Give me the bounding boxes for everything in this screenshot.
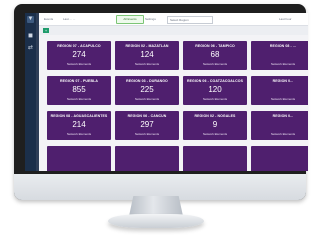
element-label: Network Elements bbox=[270, 97, 296, 101]
region-select[interactable]: Select Region bbox=[167, 16, 213, 24]
filter-bar: + bbox=[39, 26, 308, 35]
element-label: Network Elements bbox=[134, 62, 160, 66]
region-select-value: Select Region bbox=[170, 18, 189, 22]
add-filter-button[interactable]: + bbox=[43, 28, 49, 33]
element-label: Network Elements bbox=[202, 97, 228, 101]
element-count: 855 bbox=[72, 85, 86, 94]
region-tile[interactable]: REGION 07 - PUEBLA 855 Network Elements bbox=[47, 76, 111, 105]
sidebar: ▼ ◼ ⇄ bbox=[25, 13, 36, 171]
element-count: 124 bbox=[140, 50, 154, 59]
share-icon[interactable]: ⇄ bbox=[27, 45, 34, 52]
top-bar: Events Last ... ... All Events Settings … bbox=[39, 13, 308, 26]
monitor-frame: ▼ ◼ ⇄ Events Last ... ... All Events Set… bbox=[14, 4, 308, 200]
secondary-sidebar bbox=[36, 13, 39, 171]
region-name: REGION 08 - AGUASCALIENTES bbox=[50, 114, 108, 118]
filter-pill[interactable]: All Events bbox=[116, 15, 144, 24]
element-count: 274 bbox=[72, 50, 86, 59]
monitor-stand-base bbox=[108, 214, 204, 228]
element-label: Network Elements bbox=[202, 62, 228, 66]
element-label: Network Elements bbox=[66, 132, 92, 136]
time-range[interactable]: Last hour bbox=[279, 17, 292, 21]
region-tile[interactable]: REGION 03 - DURANGO 225 Network Elements bbox=[115, 76, 179, 105]
region-tile[interactable]: REGION 08 - AGUASCALIENTES 214 Network Ele… bbox=[47, 111, 111, 140]
menu-icon[interactable]: ▼ bbox=[27, 16, 34, 23]
element-count: 9 bbox=[212, 120, 218, 129]
element-label: Network Elements bbox=[202, 132, 228, 136]
region-tile[interactable]: REGION 06 - TAMPICO 68 Network Elements bbox=[183, 41, 247, 70]
breadcrumb: Last ... ... bbox=[63, 17, 76, 21]
element-count: 225 bbox=[140, 85, 154, 94]
element-count: 68 bbox=[210, 50, 220, 59]
home-icon[interactable]: ◼ bbox=[27, 33, 34, 40]
region-tile[interactable] bbox=[47, 146, 111, 171]
screen: ▼ ◼ ⇄ Events Last ... ... All Events Set… bbox=[25, 13, 308, 171]
region-tile[interactable]: REGION 06 - CANCUN 297 Network Elements bbox=[115, 111, 179, 140]
region-tile[interactable]: REGION 0... Network Elements bbox=[251, 111, 308, 140]
element-label: Network Elements bbox=[134, 97, 160, 101]
region-name: REGION 06 - COATZACOALCOS bbox=[186, 79, 244, 83]
region-tile[interactable] bbox=[115, 146, 179, 171]
region-name: REGION 02 - MAZATLAN bbox=[125, 44, 169, 48]
region-tile[interactable]: REGION 06 - COATZACOALCOS 120 Network Elem… bbox=[183, 76, 247, 105]
region-name: REGION 02 - NOGALES bbox=[194, 114, 236, 118]
region-tile[interactable]: REGION 08 - ... Network Elements bbox=[251, 41, 308, 70]
region-tile[interactable]: REGION 02 - MAZATLAN 124 Network Elements bbox=[115, 41, 179, 70]
element-count: 120 bbox=[208, 85, 222, 94]
element-label: Network Elements bbox=[270, 132, 296, 136]
region-name: REGION 06 - TAMPICO bbox=[195, 44, 235, 48]
region-name: REGION 06 - CANCUN bbox=[127, 114, 167, 118]
setting-label: Settings bbox=[145, 17, 156, 21]
region-name: REGION 08 - ... bbox=[269, 44, 297, 48]
monitor-stand-neck bbox=[129, 196, 183, 216]
region-tile[interactable]: REGION 0... Network Elements bbox=[251, 76, 308, 105]
nav-text[interactable]: Events bbox=[44, 17, 53, 21]
element-label: Network Elements bbox=[270, 62, 296, 66]
element-label: Network Elements bbox=[66, 62, 92, 66]
region-tile[interactable] bbox=[183, 146, 247, 171]
region-name: REGION 07 - ACAPULCO bbox=[57, 44, 101, 48]
region-tile[interactable]: REGION 07 - ACAPULCO 274 Network Elements bbox=[47, 41, 111, 70]
element-count: 214 bbox=[72, 120, 86, 129]
element-count: 297 bbox=[140, 120, 154, 129]
region-name: REGION 0... bbox=[272, 79, 294, 83]
region-name: REGION 07 - PUEBLA bbox=[60, 79, 98, 83]
region-name: REGION 03 - DURANGO bbox=[126, 79, 168, 83]
element-label: Network Elements bbox=[66, 97, 92, 101]
region-grid: REGION 07 - ACAPULCO 274 Network Elements R… bbox=[47, 41, 308, 171]
element-label: Network Elements bbox=[134, 132, 160, 136]
region-tile[interactable]: REGION 02 - NOGALES 9 Network Elements bbox=[183, 111, 247, 140]
region-name: REGION 0... bbox=[272, 114, 294, 118]
region-tile[interactable] bbox=[251, 146, 308, 171]
